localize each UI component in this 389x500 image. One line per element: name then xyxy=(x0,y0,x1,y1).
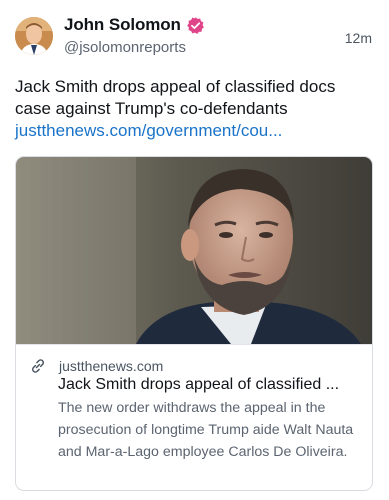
card-domain: justthenews.com xyxy=(59,358,164,374)
author-handle[interactable]: @jsolomonreports xyxy=(64,39,205,56)
card-description: The new order withdraws the appeal in th… xyxy=(58,400,354,460)
post-timestamp[interactable]: 12m xyxy=(345,30,372,46)
author-avatar[interactable] xyxy=(15,17,53,55)
author-name[interactable]: John Solomon xyxy=(64,15,181,35)
card-title[interactable]: Jack Smith drops appeal of classified ..… xyxy=(58,374,363,395)
post-text: Jack Smith drops appeal of classified do… xyxy=(15,77,336,118)
post-link[interactable]: justthenews.com/government/cou... xyxy=(15,120,282,142)
post[interactable]: John Solomon @jsolomonreports 12m Jack S… xyxy=(0,0,389,500)
avatar-photo xyxy=(15,17,53,55)
link-icon xyxy=(31,359,45,373)
link-preview-card[interactable]: justthenews.com Jack Smith drops appeal … xyxy=(15,156,373,491)
verified-badge-icon xyxy=(187,16,204,34)
article-photo xyxy=(16,157,372,344)
